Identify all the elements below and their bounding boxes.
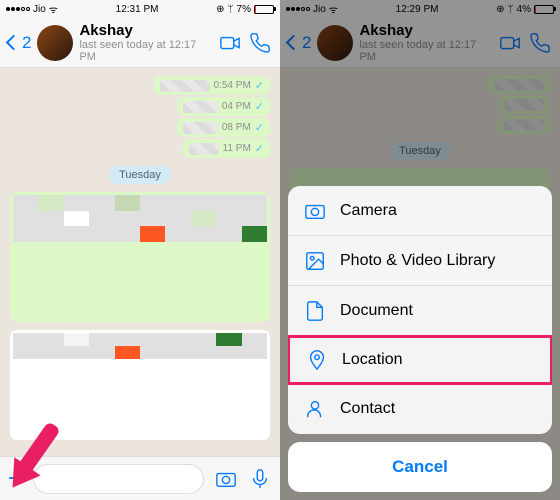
read-tick-icon: ✓ (255, 142, 264, 155)
bluetooth-icon: ᛘ (228, 4, 234, 15)
voice-call-button[interactable] (248, 31, 272, 55)
battery-icon (254, 5, 274, 14)
sheet-item-document[interactable]: Document (288, 286, 552, 336)
mic-button[interactable] (248, 467, 272, 491)
message-bubble[interactable]: 0:54 PM✓ (154, 76, 270, 95)
signal-dots (6, 7, 30, 11)
camera-button[interactable] (214, 467, 238, 491)
contact-icon (304, 398, 326, 420)
phone-left: Jio ᯤ 12:31 PM ⊕ ᛘ 7% 2 Akshay last seen… (0, 0, 280, 500)
action-sheet: Camera Photo & Video Library Document Lo… (288, 186, 552, 492)
read-tick-icon: ✓ (255, 121, 264, 134)
camera-icon (304, 200, 326, 222)
battery-pct: 7% (237, 4, 251, 15)
message-bubble[interactable]: 11 PM✓ (183, 139, 270, 158)
day-chip: Tuesday (109, 166, 171, 184)
chat-area[interactable]: 0:54 PM✓ 04 PM✓ 08 PM✓ 11 PM✓ Tuesday (0, 68, 280, 456)
phone-right: Jio ᯤ 12:29 PM ⊕ ᛘ 4% 2 Akshay last seen… (280, 0, 560, 500)
photo-icon (304, 250, 326, 272)
blurred-media[interactable] (10, 192, 270, 322)
back-button[interactable]: 2 (8, 33, 31, 53)
video-call-button[interactable] (218, 31, 242, 55)
read-tick-icon: ✓ (255, 79, 264, 92)
message-bubble[interactable]: 04 PM✓ (177, 97, 270, 116)
chat-title[interactable]: Akshay last seen today at 12:17 PM (79, 22, 212, 63)
chevron-left-icon (6, 35, 22, 51)
carrier-label: Jio (33, 4, 46, 15)
read-tick-icon: ✓ (255, 100, 264, 113)
status-bar: Jio ᯤ 12:31 PM ⊕ ᛘ 7% (0, 0, 280, 18)
message-bubble[interactable]: 08 PM✓ (177, 118, 270, 137)
last-seen: last seen today at 12:17 PM (79, 39, 212, 63)
annotation-arrow (0, 418, 62, 488)
chat-header: 2 Akshay last seen today at 12:17 PM (0, 18, 280, 68)
wifi-icon: ᯤ (49, 2, 58, 16)
sheet-item-contact[interactable]: Contact (288, 384, 552, 434)
location-icon (306, 349, 328, 371)
clock: 12:31 PM (116, 4, 159, 15)
cancel-button[interactable]: Cancel (288, 442, 552, 492)
contact-name: Akshay (79, 22, 212, 39)
document-icon (304, 300, 326, 322)
sheet-item-location[interactable]: Location (288, 335, 552, 385)
sheet-item-camera[interactable]: Camera (288, 186, 552, 236)
rotation-lock-icon: ⊕ (216, 4, 224, 15)
avatar[interactable] (37, 25, 73, 61)
sheet-item-photo-video[interactable]: Photo & Video Library (288, 236, 552, 286)
